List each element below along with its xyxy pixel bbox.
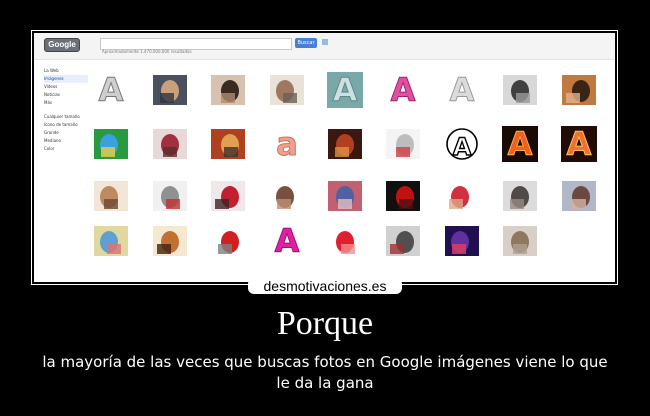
thumbnail-letter-a-teal-box[interactable]: A <box>326 71 364 109</box>
search-button[interactable]: Buscar <box>295 38 317 48</box>
thumbnail-anarchy-symbol[interactable]: A <box>443 125 481 163</box>
sidebar-item-web[interactable]: La Web <box>44 67 88 75</box>
results-count: Aproximadamente 1.470.000.000 resultados <box>102 49 192 54</box>
thumbnail-woman-red-dress[interactable] <box>209 177 247 215</box>
search-header: Google Buscar Aproximadamente 1.470.000.… <box>34 33 615 60</box>
thumbnail-dark-scene[interactable] <box>326 125 364 163</box>
thumbnail-people-row[interactable] <box>501 177 539 215</box>
svg-text:a: a <box>276 125 298 163</box>
thumbnail-woman-bikini[interactable] <box>443 177 481 215</box>
logo[interactable]: Google <box>44 38 80 52</box>
thumbnail-heart-cartoon[interactable] <box>326 222 364 260</box>
filter-color[interactable]: Color <box>44 145 88 153</box>
thumbnail-faded-photo[interactable] <box>501 222 539 260</box>
thumbnail-dancer[interactable] <box>268 177 306 215</box>
thumbnail-person-grey[interactable] <box>384 222 422 260</box>
thumbnail-letter-a-fire-2[interactable]: A <box>560 125 598 163</box>
thumbnail-letter-a-script[interactable]: a <box>268 125 306 163</box>
svg-text:A: A <box>333 71 358 109</box>
filter-icon-size[interactable]: Icono de tamaño <box>44 121 88 129</box>
filter-large[interactable]: Grande <box>44 129 88 137</box>
thumbnail-letter-a-grey[interactable]: A <box>443 71 481 109</box>
thumbnail-woman-standing[interactable] <box>560 71 598 109</box>
thumbnail-sunburst-poster[interactable] <box>151 222 189 260</box>
filter-any-size[interactable]: Cualquier tamaño <box>44 113 88 121</box>
sidebar-item-videos[interactable]: Vídeos <box>44 83 88 91</box>
svg-text:A: A <box>99 71 124 109</box>
thumbnail-woman-pink[interactable] <box>151 125 189 163</box>
svg-text:A: A <box>567 125 592 163</box>
thumbnail-man-bw[interactable] <box>501 71 539 109</box>
sidebar: La Web Imágenes Vídeos Noticias Más Cual… <box>44 67 88 153</box>
sidebar-item-images[interactable]: Imágenes <box>44 75 88 83</box>
thumbnail-letter-a-outline[interactable]: A <box>92 71 130 109</box>
poster-caption: la mayoría de las veces que buscas fotos… <box>42 353 608 392</box>
thumbnail-person-photo[interactable] <box>151 71 189 109</box>
thumbnail-cake[interactable] <box>92 177 130 215</box>
sidebar-item-news[interactable]: Noticias <box>44 91 88 99</box>
screenshot-image: Google Buscar Aproximadamente 1.470.000.… <box>34 33 615 282</box>
watermark: desmotivaciones.es <box>248 278 402 294</box>
thumbnail-letter-a-fire-1[interactable]: A <box>501 125 539 163</box>
filter-medium[interactable]: Mediano <box>44 137 88 145</box>
thumbnail-toy-animals[interactable] <box>92 222 130 260</box>
thumbnail-car-drawing[interactable] <box>151 177 189 215</box>
settings-icon[interactable] <box>322 39 328 45</box>
poster-title: Porque <box>276 305 374 342</box>
svg-text:A: A <box>508 125 533 163</box>
thumbnail-group-poster[interactable] <box>209 125 247 163</box>
sidebar-item-more[interactable]: Más <box>44 99 88 107</box>
svg-text:A: A <box>391 71 416 109</box>
svg-text:A: A <box>275 222 300 260</box>
thumbnail-cartoon-monster[interactable] <box>92 125 130 163</box>
thumbnail-night-scene[interactable] <box>443 222 481 260</box>
svg-text:A: A <box>450 71 475 109</box>
thumbnail-red-rose[interactable] <box>384 177 422 215</box>
thumbnail-couple-photo[interactable] <box>560 177 598 215</box>
thumbnail-letter-a-magenta[interactable]: A <box>268 222 306 260</box>
svg-text:A: A <box>453 133 472 161</box>
thumbnail-cartoon-mouse[interactable] <box>209 222 247 260</box>
thumbnail-magazine-page[interactable] <box>268 71 306 109</box>
thumbnail-group-photo[interactable] <box>326 177 364 215</box>
thumbnail-letter-a-pink[interactable]: A <box>384 71 422 109</box>
thumbnail-document-page[interactable] <box>384 125 422 163</box>
thumbnail-woman-lying[interactable] <box>209 71 247 109</box>
